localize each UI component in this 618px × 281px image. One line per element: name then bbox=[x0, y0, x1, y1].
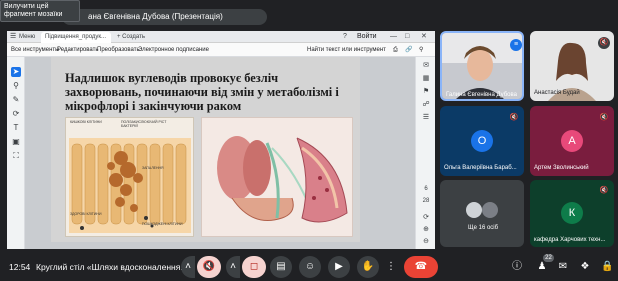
zoom-out-icon[interactable]: ⊖ bbox=[421, 237, 431, 247]
link-icon[interactable]: 🔗 bbox=[405, 45, 412, 55]
tool-rail: ➤ ⚲ ✎ ⟳ T ▣ ⛶ bbox=[7, 57, 25, 249]
avatar bbox=[482, 202, 498, 218]
crop-icon[interactable]: ⛶ bbox=[11, 151, 21, 161]
participant-name: Галина Євгенівна Дубова bbox=[446, 92, 517, 98]
captions-button[interactable]: ▤ bbox=[270, 256, 292, 278]
slide-page: Надлишок вуглеводів провокує безліч захв… bbox=[51, 57, 360, 242]
right-rail: ✉ ▦ ⚑ ☍ ☰ 6 28 ⟳ ⊕ ⊖ bbox=[415, 57, 435, 249]
fig-label-2: ПОЛІЗАКИСЛЮЮЧИЙ РІСТ БАКТЕРІЙ bbox=[121, 120, 167, 128]
page-current[interactable]: 6 bbox=[418, 185, 434, 193]
mic-options-button[interactable]: ˄ bbox=[181, 256, 195, 278]
participant-tile-kafedra[interactable]: К 🔇 кафедра Харчових техн... bbox=[530, 180, 614, 247]
shared-screen-window: ☰ Меню Підвищення_продук... + Создать ? … bbox=[7, 31, 435, 249]
presenter-strip: Вилучити цей фрагмент мозаїки ана Євгені… bbox=[0, 0, 430, 30]
find-input[interactable]: Найти текст или инструмент bbox=[307, 45, 386, 55]
muted-mic-icon: 🔇 bbox=[599, 114, 609, 121]
text-icon[interactable]: T bbox=[11, 123, 21, 133]
participant-tile-anastasia[interactable]: 🔇 Анастасія Будай bbox=[530, 31, 614, 101]
clock: 12:54 bbox=[9, 262, 31, 272]
info-icon[interactable]: ⓘ bbox=[511, 261, 523, 273]
maximize-icon[interactable]: □ bbox=[405, 32, 409, 42]
speaking-icon: ≡ bbox=[510, 39, 522, 51]
search-icon[interactable]: ⚲ bbox=[419, 45, 423, 55]
avatar: К bbox=[561, 202, 583, 224]
help-icon[interactable]: ? bbox=[343, 32, 347, 42]
document-viewport[interactable]: Надлишок вуглеводів провокує безліч захв… bbox=[25, 57, 415, 249]
fig-label-3: ЗАПАЛЕННЯ bbox=[142, 166, 164, 170]
people-icon[interactable]: ♟ bbox=[536, 261, 548, 273]
participant-tile-artem[interactable]: А 🔇 Артем Зволинський bbox=[530, 106, 614, 176]
meeting-controls-bar: 12:54 Круглий стіл «Шляхи вдосконалення.… bbox=[0, 253, 618, 281]
participant-name: Артем Зволинський bbox=[534, 165, 589, 171]
new-tab-button[interactable]: + Создать bbox=[117, 32, 145, 42]
close-icon[interactable]: ✕ bbox=[421, 32, 427, 42]
fig-label-5: ПОШКОДЖЕНІ КЛІТИНИ bbox=[142, 222, 183, 226]
print-icon[interactable]: ⎙ bbox=[393, 45, 398, 55]
sign-in-button[interactable]: Войти bbox=[357, 32, 377, 42]
muted-mic-icon: 🔇 bbox=[509, 114, 519, 121]
more-options-icon[interactable]: ⋮ bbox=[384, 256, 398, 278]
layers-icon[interactable]: ☰ bbox=[421, 113, 431, 123]
all-tools-button[interactable]: Все инструменты bbox=[11, 45, 59, 55]
menu-label[interactable]: Меню bbox=[19, 32, 35, 42]
window-titlebar: ☰ Меню Підвищення_продук... + Создать ? … bbox=[7, 31, 435, 43]
participant-count-badge: 22 bbox=[543, 254, 554, 262]
avatar bbox=[466, 202, 482, 218]
emoji-button[interactable]: ☺ bbox=[299, 256, 321, 278]
chat-icon[interactable]: ✉ bbox=[557, 261, 569, 273]
cursor-icon[interactable]: ➤ bbox=[11, 67, 21, 77]
edit-button[interactable]: Редактировать bbox=[57, 45, 98, 55]
participant-tile-more[interactable]: Ще 16 осіб bbox=[440, 180, 524, 247]
bookmark-icon[interactable]: ⚑ bbox=[421, 87, 431, 97]
end-call-button[interactable]: ☎ bbox=[404, 256, 438, 278]
slide-title: Надлишок вуглеводів провокує безліч захв… bbox=[65, 71, 339, 113]
comment-icon[interactable]: ✉ bbox=[421, 61, 431, 71]
participant-name: Ольга Валеріївна Бараб... bbox=[444, 165, 517, 171]
convert-button[interactable]: Преобразовать bbox=[97, 45, 140, 55]
menu-icon[interactable]: ☰ bbox=[10, 32, 16, 42]
anatomy-diagram-icon bbox=[217, 136, 348, 223]
remove-tile-tooltip: Вилучити цей фрагмент мозаїки bbox=[0, 0, 80, 22]
meeting-title[interactable]: Круглий стіл «Шляхи вдосконалення... bbox=[36, 262, 187, 272]
participant-tile-olha[interactable]: О 🔇 Ольга Валеріївна Бараб... bbox=[440, 106, 524, 176]
avatar: А bbox=[561, 130, 583, 152]
avatar: О bbox=[471, 130, 493, 152]
refresh-icon[interactable]: ⟳ bbox=[421, 213, 431, 223]
camera-options-button[interactable]: ˄ bbox=[226, 256, 240, 278]
minimize-icon[interactable]: — bbox=[390, 32, 397, 42]
activities-icon[interactable]: ❖ bbox=[579, 261, 591, 273]
anatomy-figure bbox=[201, 117, 353, 237]
participant-name: Анастасія Будай bbox=[534, 90, 580, 96]
pen-icon[interactable]: ✎ bbox=[11, 95, 21, 105]
lasso-icon[interactable]: ⟳ bbox=[11, 109, 21, 119]
pdf-tab[interactable]: Підвищення_продук... bbox=[41, 32, 111, 43]
participant-tile-galyna[interactable]: ≡ Галина Євгенівна Дубова bbox=[440, 31, 524, 101]
muted-mic-icon: 🔇 bbox=[599, 187, 609, 194]
camera-toggle-button[interactable]: ◻ bbox=[242, 256, 266, 278]
attach-icon[interactable]: ☍ bbox=[421, 100, 431, 110]
page-total: 28 bbox=[422, 198, 430, 204]
more-participants-label: Ще 16 осіб bbox=[468, 225, 499, 231]
fig-label-4: ЗДОРОВІ КЛІТИНИ bbox=[70, 212, 102, 216]
zoom-in-icon[interactable]: ⊕ bbox=[421, 225, 431, 235]
intestine-figure: КИШКОВІ КЛІТИНИ ПОЛІЗАКИСЛЮЮЧИЙ РІСТ БАК… bbox=[65, 117, 194, 237]
fig-label-1: КИШКОВІ КЛІТИНИ bbox=[70, 120, 102, 124]
host-controls-icon[interactable]: 🔒 bbox=[601, 261, 613, 273]
presenter-name: ана Євгенівна Дубова (Презентація) bbox=[62, 9, 267, 25]
raise-hand-button[interactable]: ✋ bbox=[357, 256, 379, 278]
stamp-icon[interactable]: ▣ bbox=[11, 137, 21, 147]
muted-mic-icon: 🔇 bbox=[598, 37, 610, 49]
pdf-toolbar: Все инструменты Редактировать Преобразов… bbox=[7, 43, 435, 57]
mic-toggle-button[interactable]: 🔇 bbox=[197, 256, 221, 278]
intestine-diagram-icon bbox=[69, 138, 191, 233]
thumbnails-icon[interactable]: ▦ bbox=[421, 74, 431, 84]
zoom-icon[interactable]: ⚲ bbox=[11, 81, 21, 91]
esign-button[interactable]: Электронное подписание bbox=[138, 45, 209, 55]
participant-name: кафедра Харчових техн... bbox=[534, 237, 606, 243]
present-button[interactable]: ▶ bbox=[328, 256, 350, 278]
